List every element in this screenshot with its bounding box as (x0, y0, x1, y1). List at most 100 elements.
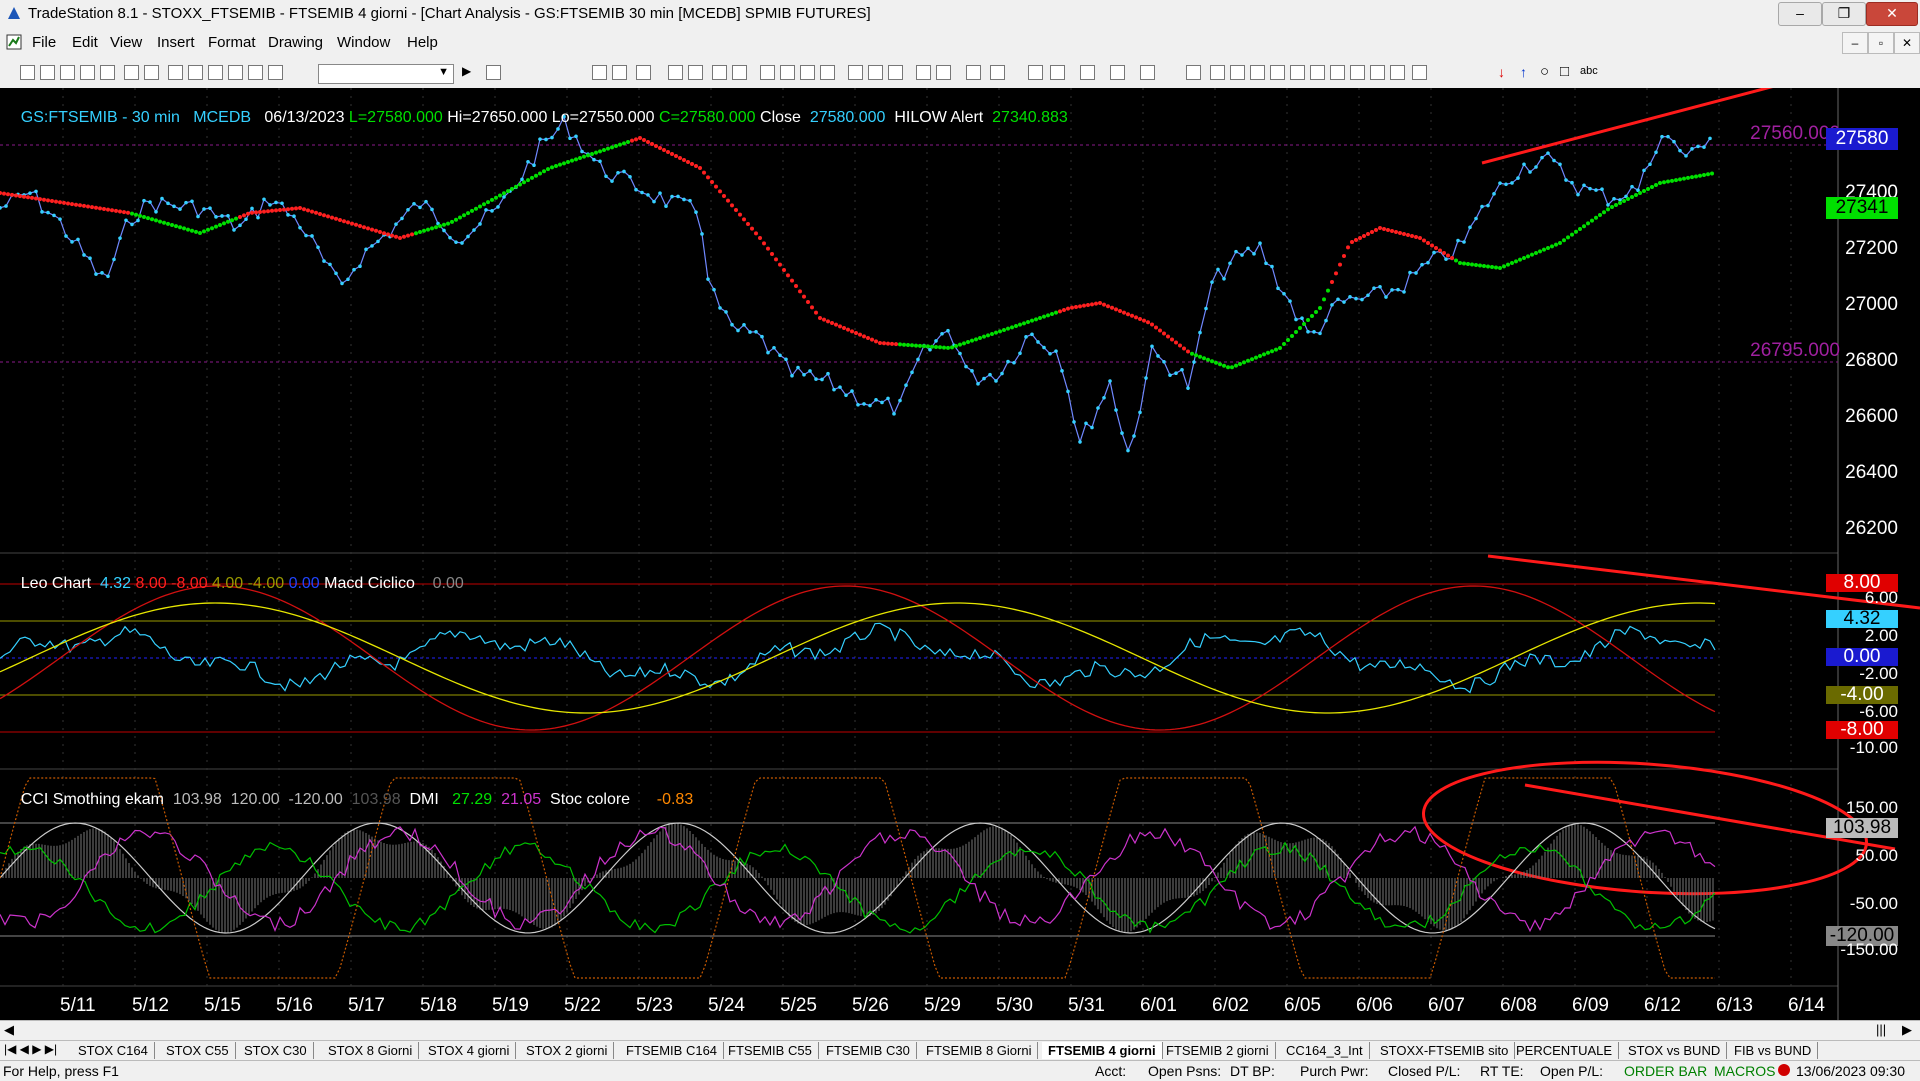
bars-zoom-icon[interactable] (868, 65, 883, 80)
print-preview-icon[interactable] (144, 65, 159, 80)
maximize-button[interactable]: ❐ (1822, 2, 1866, 26)
matrix-icon[interactable] (760, 65, 775, 80)
chart-area[interactable]: GS:FTSEMIB - 30 min MCEDB 06/13/2023 L=2… (0, 80, 1920, 1020)
chart-bar-icon[interactable] (888, 65, 903, 80)
speed-lines-icon[interactable] (1270, 65, 1285, 80)
zoom-in-icon[interactable] (966, 65, 981, 80)
hilow-ma-point (1554, 242, 1558, 247)
save-icon[interactable] (60, 65, 75, 80)
order-bar-label[interactable]: ORDER BAR (1624, 1063, 1707, 1079)
menu-view[interactable]: View (110, 34, 142, 51)
price-point (490, 209, 494, 213)
scan-icon[interactable] (712, 65, 727, 80)
zoom-out-icon[interactable] (990, 65, 1005, 80)
link-icon[interactable] (668, 65, 683, 80)
tab-stoxx-ftsemib-sito[interactable]: STOXX-FTSEMIB sito (1374, 1042, 1516, 1059)
book-icon[interactable] (800, 65, 815, 80)
close-button[interactable]: ✕ (1866, 2, 1918, 26)
cut-icon[interactable] (168, 65, 183, 80)
scroll-right-icon[interactable]: ▶ (1902, 1022, 1912, 1038)
play-icon[interactable]: ▶ (462, 64, 471, 78)
menu-help[interactable]: Help (407, 34, 438, 51)
tab-stox-c164[interactable]: STOX C164 (72, 1042, 155, 1059)
order-icon[interactable] (820, 65, 835, 80)
tab-stox-2-giorni[interactable]: STOX 2 giorni (520, 1042, 615, 1059)
andrews-pitchfork-icon[interactable] (1330, 65, 1345, 80)
mdi-minimize-button[interactable]: – (1842, 32, 1868, 54)
pointer-icon[interactable] (1028, 65, 1043, 80)
open-icon[interactable] (40, 65, 55, 80)
curve-icon[interactable] (1412, 65, 1427, 80)
freehand-icon[interactable] (1390, 65, 1405, 80)
x-axis-compress-icon[interactable] (916, 65, 931, 80)
arrow-down-icon[interactable]: ↓ (1498, 64, 1505, 80)
cycle-lines-icon[interactable] (1310, 65, 1325, 80)
tab-ftsemib-c30[interactable]: FTSEMIB C30 (820, 1042, 917, 1059)
scroll-left-icon[interactable]: ◀ (4, 1022, 14, 1038)
tab-ftsemib-8-giorni[interactable]: FTSEMIB 8 Giorni (920, 1042, 1039, 1059)
stoc-v1: -0.83 (656, 791, 694, 808)
scroll-grip-icon[interactable]: ||| (1876, 1022, 1886, 1037)
horizontal-scrollbar[interactable]: ◀ ||| ▶ (0, 1020, 1920, 1041)
mdi-close-button[interactable]: ✕ (1894, 32, 1920, 54)
rectangle-icon[interactable]: □ (1560, 63, 1569, 80)
news-icon[interactable] (780, 65, 795, 80)
menu-file[interactable]: File (32, 34, 56, 51)
table-icon[interactable] (636, 65, 651, 80)
bars-icon[interactable] (848, 65, 863, 80)
x-axis-expand-icon[interactable] (936, 65, 951, 80)
text-icon[interactable]: abc (1580, 65, 1598, 77)
macro-icon[interactable] (248, 65, 263, 80)
tools-icon[interactable] (1080, 65, 1095, 80)
hilow-ma-point (338, 218, 342, 222)
tab-stox-vs-bund[interactable]: STOX vs BUND (1622, 1042, 1728, 1059)
tab-ftsemib-c55[interactable]: FTSEMIB C55 (722, 1042, 819, 1059)
tab-stox-8-giorni[interactable]: STOX 8 Giorni (322, 1042, 420, 1059)
menu-window[interactable]: Window (337, 34, 390, 51)
hilow-ma-point (1046, 313, 1050, 318)
find-icon[interactable] (486, 65, 501, 80)
tab-stox-c30[interactable]: STOX C30 (238, 1042, 314, 1059)
tab-cc164-3-int[interactable]: CC164_3_Int (1280, 1042, 1370, 1059)
tab-stox-4-giorni[interactable]: STOX 4 giorni (422, 1042, 517, 1059)
print-icon[interactable] (124, 65, 139, 80)
parallel-lines-icon[interactable] (1350, 65, 1365, 80)
menu-insert[interactable]: Insert (157, 34, 195, 51)
format-icon[interactable] (1140, 65, 1155, 80)
mdi-restore-button[interactable]: ▫ (1868, 32, 1894, 54)
layout-icon[interactable] (100, 65, 115, 80)
trendline-icon[interactable] (1186, 65, 1201, 80)
symbol-combo[interactable]: ▼ (318, 64, 454, 84)
radar-icon[interactable] (732, 65, 747, 80)
refresh-icon[interactable] (268, 65, 283, 80)
list-icon[interactable] (612, 65, 627, 80)
copy-icon[interactable] (188, 65, 203, 80)
new-icon[interactable] (20, 65, 35, 80)
horizontal-line-icon[interactable] (1210, 65, 1225, 80)
tab-nav-icon[interactable]: |◀ ◀ ▶ ▶| (4, 1042, 57, 1056)
settings-icon[interactable] (688, 65, 703, 80)
tab-stox-c55[interactable]: STOX C55 (160, 1042, 236, 1059)
gann-fan-icon[interactable] (1290, 65, 1305, 80)
window-icon[interactable] (80, 65, 95, 80)
menu-format[interactable]: Format (208, 34, 256, 51)
arrow-up-icon[interactable]: ↑ (1520, 64, 1527, 80)
lock-icon[interactable] (208, 65, 223, 80)
arc-icon[interactable] (1370, 65, 1385, 80)
crosshair-icon[interactable] (1050, 65, 1065, 80)
channel-icon[interactable] (1230, 65, 1245, 80)
tab-ftsemib-4-giorni[interactable]: FTSEMIB 4 giorni (1042, 1042, 1163, 1059)
macros-label[interactable]: MACROS (1714, 1063, 1775, 1079)
pencil-icon[interactable] (228, 65, 243, 80)
tab-percentuale[interactable]: PERCENTUALE (1510, 1042, 1620, 1059)
grid-icon[interactable] (592, 65, 607, 80)
indicator-icon[interactable] (1110, 65, 1125, 80)
tab-fib-vs-bund[interactable]: FIB vs BUND (1728, 1042, 1819, 1059)
fibonacci-icon[interactable] (1250, 65, 1265, 80)
menu-edit[interactable]: Edit (72, 34, 98, 51)
ellipse-icon[interactable]: ○ (1540, 63, 1549, 80)
tab-ftsemib-2-giorni[interactable]: FTSEMIB 2 giorni (1160, 1042, 1276, 1059)
menu-drawing[interactable]: Drawing (268, 34, 323, 51)
minimize-button[interactable]: – (1778, 2, 1822, 26)
tab-ftsemib-c164[interactable]: FTSEMIB C164 (620, 1042, 725, 1059)
